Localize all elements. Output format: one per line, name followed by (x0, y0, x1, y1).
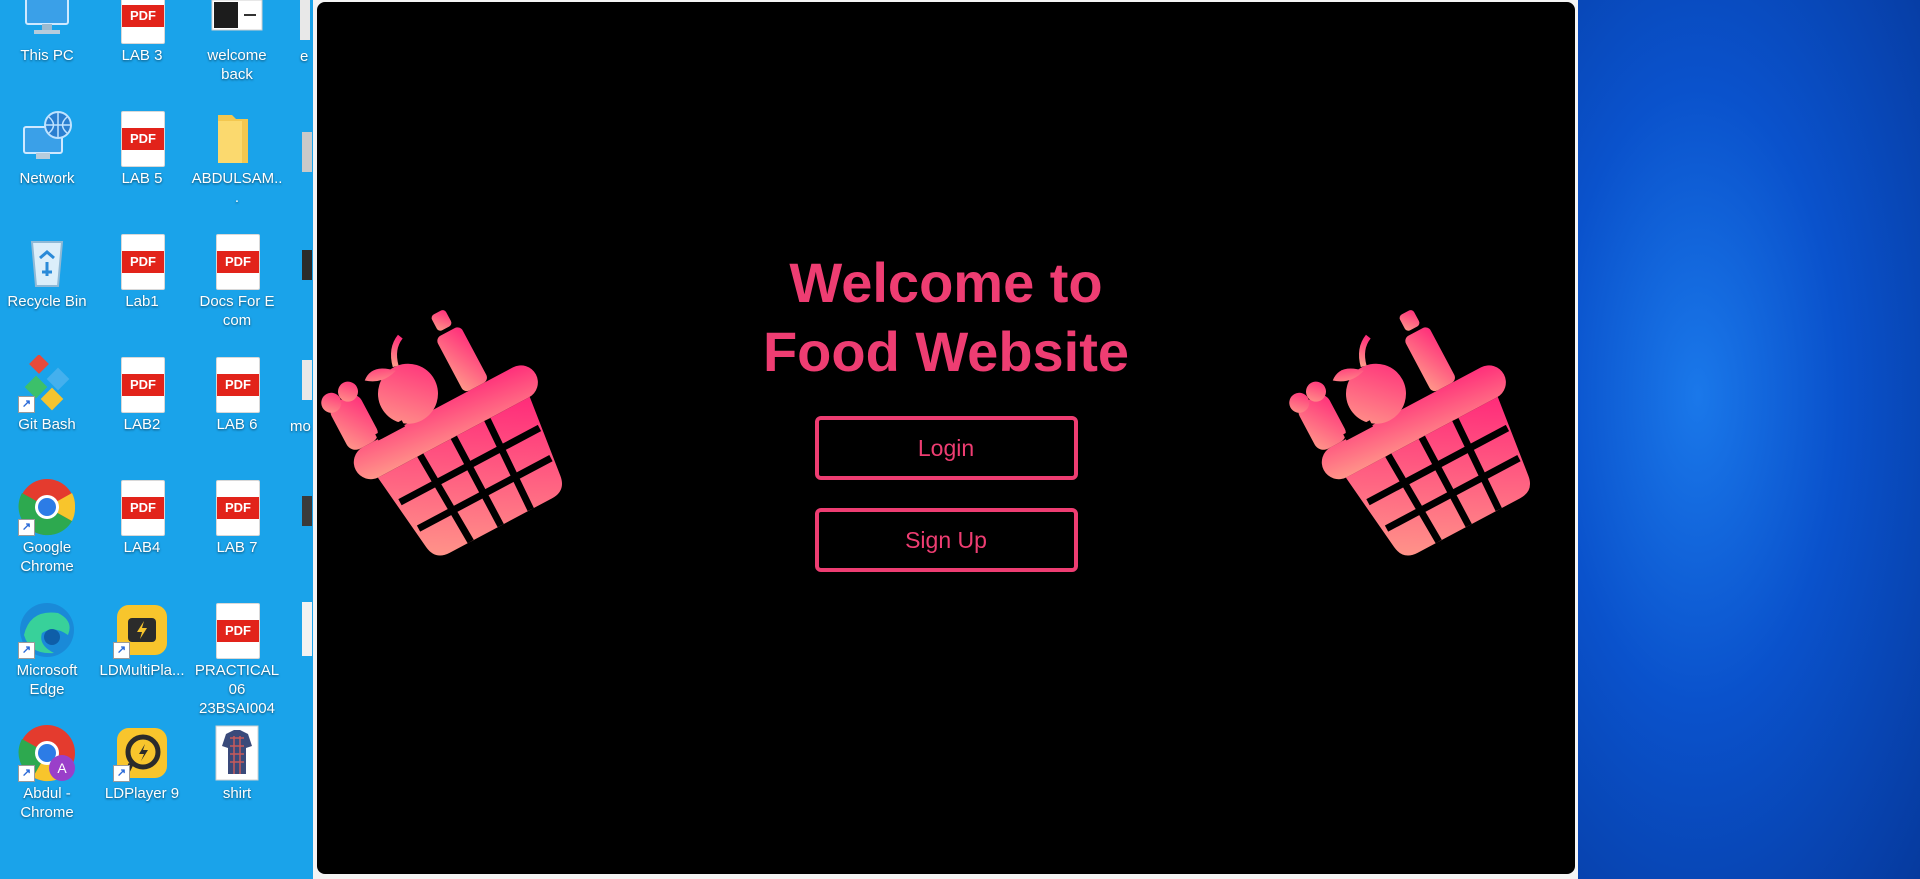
desktop-icon-label: welcome back (207, 47, 267, 83)
partial-icon-slot[interactable] (300, 0, 310, 40)
partial-icon-slot[interactable] (302, 360, 312, 400)
desktop-icon-lab2[interactable]: PDF LAB2 (95, 355, 189, 473)
pdf-file-icon: PDF (208, 232, 266, 290)
desktop-icon-label: shirt (222, 785, 252, 802)
desktop-icon-label: LAB 3 (121, 47, 163, 64)
page-title: Welcome to Food Website (762, 251, 1130, 383)
desktop-icon-lab-3[interactable]: PDF LAB 3 (95, 0, 189, 104)
desktop-icon-label: Microsoft Edge (16, 662, 78, 698)
desktop-icon-microsoft-edge[interactable]: ↗ Microsoft Edge (0, 601, 94, 719)
partial-icon-label-e[interactable]: e (300, 48, 308, 65)
desktop-icon-label: LDMultiPla... (99, 662, 185, 679)
pdf-file-icon: PDF (113, 0, 171, 44)
ldplayer-icon: ↗ (113, 724, 171, 782)
desktop-icon-lab4[interactable]: PDF LAB4 (95, 478, 189, 596)
network-icon (18, 109, 76, 167)
shortcut-arrow-icon: ↗ (113, 642, 130, 659)
desktop-icon-practical-06[interactable]: PDF PRACTICAL 06 23BSAI004 (190, 601, 284, 719)
desktop-icon-git-bash[interactable]: ↗ Git Bash (0, 354, 94, 473)
desktop-icon-label: Network (19, 170, 75, 187)
this-pc-icon (18, 0, 76, 44)
hero-section: Welcome to Food Website Login Sign Up (747, 248, 1145, 572)
desktop-icon-label: LAB 7 (216, 539, 258, 556)
pdf-file-icon: PDF (113, 232, 171, 290)
desktop-icon-label: Lab1 (125, 293, 159, 310)
pdf-file-icon: PDF (208, 355, 266, 413)
partial-icon-label-mo[interactable]: mo (290, 418, 311, 435)
desktop-icon-google-chrome[interactable]: ↗ Google Chrome (0, 478, 94, 596)
desktop-wallpaper-right (1578, 0, 1920, 879)
pdf-file-icon: PDF (208, 601, 266, 659)
ldmultiplayer-icon: ↗ (113, 601, 171, 659)
shopping-basket-icon (321, 310, 562, 556)
edge-icon: ↗ (18, 601, 76, 659)
shirt-image-icon (208, 724, 266, 782)
shortcut-arrow-icon: ↗ (113, 765, 130, 782)
shortcut-arrow-icon: ↗ (18, 519, 35, 536)
desktop-icon-label: ABDULSAM... (191, 170, 283, 206)
desktop-icon-lab1[interactable]: PDF Lab1 (95, 232, 189, 350)
desktop-icon-ldplayer-9[interactable]: ↗ LDPlayer 9 (95, 724, 189, 842)
desktop-icon-label: This PC (20, 47, 74, 64)
desktop-icon-abdul-chrome[interactable]: A ↗ Abdul - Chrome (0, 724, 94, 842)
shortcut-arrow-icon: ↗ (18, 642, 35, 659)
desktop-icon-ldmultiplayer[interactable]: ↗ LDMultiPla... (95, 601, 189, 719)
desktop-icon-label: LAB 5 (121, 170, 163, 187)
shortcut-arrow-icon: ↗ (18, 765, 35, 782)
desktop-icon-label: LDPlayer 9 (104, 785, 180, 802)
app-window: Welcome to Food Website Login Sign Up (313, 0, 1578, 879)
pdf-file-icon: PDF (208, 478, 266, 536)
image-file-icon (208, 0, 266, 44)
desktop-icon-shirt[interactable]: shirt (190, 724, 284, 842)
desktop-icon-this-pc[interactable]: This PC (0, 0, 94, 104)
profile-initial: A (57, 760, 67, 776)
partial-icon-slot[interactable] (302, 250, 312, 280)
desktop-icon-label: Docs For E com (199, 293, 275, 329)
chrome-icon: ↗ (18, 478, 76, 536)
desktop-icon-lab-6[interactable]: PDF LAB 6 (190, 355, 284, 473)
desktop-icon-label: Recycle Bin (7, 293, 87, 310)
pdf-file-icon: PDF (113, 478, 171, 536)
pdf-file-icon: PDF (113, 109, 171, 167)
desktop-icon-network[interactable]: Network (0, 109, 94, 227)
desktop-icon-lab-5[interactable]: PDF LAB 5 (95, 109, 189, 227)
desktop-icon-label: Google Chrome (20, 539, 74, 575)
app-viewport: Welcome to Food Website Login Sign Up (317, 2, 1575, 874)
signup-button[interactable]: Sign Up (814, 508, 1078, 572)
login-button[interactable]: Login (814, 416, 1078, 480)
recycle-bin-icon (18, 232, 76, 290)
desktop-icon-label: PRACTICAL 06 23BSAI004 (194, 662, 280, 717)
folder-icon (208, 109, 266, 167)
partial-icon-slot[interactable] (302, 602, 312, 656)
partial-icon-slot[interactable] (302, 496, 312, 526)
partial-icon-slot[interactable] (302, 132, 312, 172)
desktop-icon-recycle-bin[interactable]: Recycle Bin (0, 232, 94, 350)
shortcut-arrow-icon: ↗ (18, 396, 35, 413)
desktop-icon-welcome-back[interactable]: welcome back (190, 0, 284, 104)
desktop-icon-label: Abdul - Chrome (20, 785, 74, 821)
chrome-profile-icon: A ↗ (18, 724, 76, 782)
desktop-icon-label: LAB 6 (216, 416, 258, 433)
desktop-icon-lab-7[interactable]: PDF LAB 7 (190, 478, 284, 596)
desktop-icon-label: Git Bash (18, 416, 76, 433)
desktop-icon-label: LAB4 (123, 539, 161, 556)
desktop-icon-label: LAB2 (123, 416, 161, 433)
desktop-icon-docs-for-e-com[interactable]: PDF Docs For E com (190, 232, 284, 350)
desktop-icon-abdulsam-folder[interactable]: ABDULSAM... (190, 109, 284, 227)
git-bash-icon: ↗ (18, 354, 76, 413)
shopping-basket-icon (1289, 310, 1530, 556)
pdf-file-icon: PDF (113, 355, 171, 413)
